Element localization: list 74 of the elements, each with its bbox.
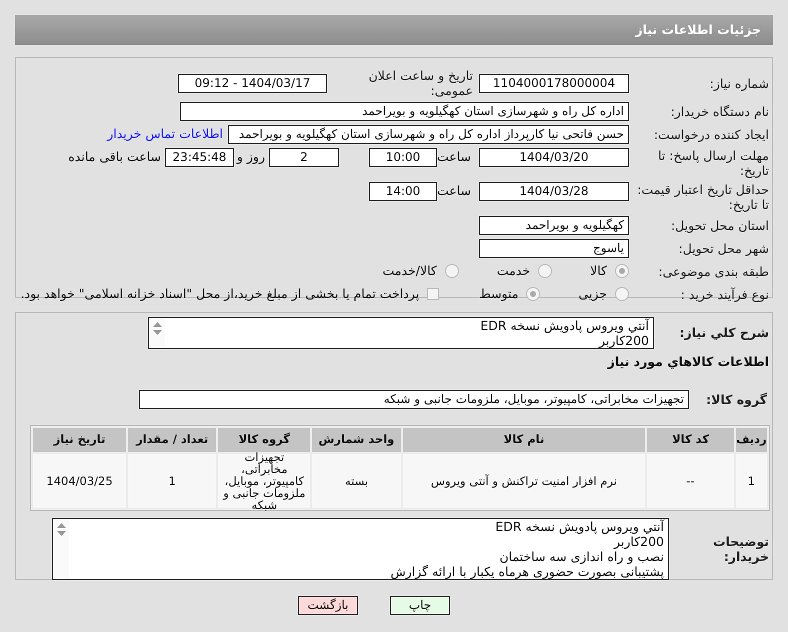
table-cell: 1404/03/25 [33,454,126,508]
field-label: ایجاد کننده درخواست: [652,127,769,142]
scrollbar[interactable] [149,318,165,348]
checkbox[interactable] [427,288,440,300]
text-field[interactable]: 1404/03/20 [479,148,629,167]
radio-label: کالا/خدمت [382,262,437,280]
text-field[interactable]: اداره کل راه و شهرسازی استان کهگیلویه و بویراحمد [180,102,629,121]
text-field[interactable]: 14:00 [369,182,437,201]
field-label: توضیحات خریدار: [712,534,769,564]
text-line: 200کاربر [598,333,649,348]
text-line: آنتي ويروس پادويش نسخه EDR [495,518,664,534]
text-line: پشتیبانی بصورت حضوری هرماه یکبار با ارائه گزارش [390,564,664,579]
field-label: استان محل تحویل: [670,218,769,233]
text-field[interactable]: حسن فاتحی نیا کارپرداز اداره کل راه و شهرسازی استان کهگیلویه و بویراحمد [228,125,629,144]
notes-box[interactable]: آنتي ويروس پادويش نسخه EDR 200کاربر نصب و راه اندازی سه ساختمان پشتیبانی بصورت حضوری هرماه یکبار با ارائه گزارش [52,518,669,580]
radio-button[interactable] [615,287,629,302]
text-field[interactable]: 1404/03/17 - 09:12 [178,74,327,92]
field-label: ساعت [437,182,472,200]
radio-button[interactable] [538,264,552,278]
scroll-up-icon[interactable] [152,322,162,327]
field-label: شهر محل تحویل: [678,241,769,256]
text-field[interactable]: کهگیلویه و بویراحمد [479,216,629,235]
radio-button[interactable] [615,264,629,278]
text-field[interactable]: 1404/03/28 [479,182,629,201]
scroll-down-icon[interactable] [56,530,66,536]
table-cell: 1 [736,454,767,508]
checkbox-label: پرداخت تمام یا بخشی از مبلغ خرید،از محل "اسناد خزانه اسلامی" خواهد بود. [20,284,420,303]
radio-label: متوسط [479,284,518,303]
field-label: تاریخ و ساعت اعلان عمومی: [368,68,474,98]
table-cell: نرم افزار امنیت تراکنش و آنتی ویروس [402,454,646,508]
back-button[interactable]: بازگشت [298,596,358,615]
print-button[interactable]: چاپ [390,596,450,615]
text-field[interactable]: 2 [269,148,339,167]
radio-label: کالا [590,262,607,280]
column-header: گروه کالا [218,428,310,452]
contact-link[interactable]: اطلاعات تماس خریدار [107,125,223,144]
field-label: شماره نیاز: [708,76,769,90]
text-field[interactable]: 1104000178000004 [479,74,629,92]
radio-button[interactable] [444,264,459,278]
table-cell: بسته [312,454,401,508]
field-label: روز و [235,148,266,166]
column-header: کد کالا [647,428,734,452]
table-cell: -- [647,454,734,508]
text-field[interactable]: تجهیزات مخابراتی، کامپیوتر، موبایل، ملزومات جانبی و شبکه [139,390,689,409]
section-title: اطلاعات کالاهاي مورد نياز [606,353,769,371]
column-header: تعداد / مقدار [128,428,216,452]
scrollbar[interactable] [53,518,69,579]
text-field[interactable]: یاسوج [479,239,629,258]
field-label: نوع فرآیند خرید : [680,286,769,302]
text-line: نصب و راه اندازی سه ساختمان [499,548,664,564]
column-header: ردیف [736,428,767,452]
text-line: آنتي ويروس پادويش نسخه EDR [480,318,649,333]
field-label: ساعت باقی مانده [68,148,162,166]
field-label: مهلت ارسال پاسخ: تا تاریخ: [657,148,769,178]
scroll-down-icon[interactable] [152,330,162,335]
field-label: شرح کلي نياز: [678,324,769,340]
field-label: نام دستگاه خریدار: [670,104,769,119]
text-field[interactable]: 23:45:48 [165,148,234,167]
radio-label: خدمت [496,262,530,280]
description-box[interactable]: آنتي ويروس پادويش نسخه EDR 200کاربر [148,317,654,349]
table-cell: 1 [128,454,216,508]
scroll-up-icon[interactable] [56,522,66,528]
column-header: واحد شمارش [312,428,400,452]
radio-button[interactable] [526,287,540,302]
text-field[interactable]: 10:00 [369,148,437,167]
field-label: طبقه بندی موضوعی: [657,264,769,279]
page-header: جزئیات اطلاعات نیاز [15,15,773,45]
text-line: 200کاربر [614,534,664,549]
column-header: تاریخ نیاز [33,428,126,452]
field-label: حداقل تاریخ اعتبار قیمت: تا تاریخ: [636,182,769,212]
field-label: گروه کالا: [705,392,768,407]
column-header: نام کالا [402,428,646,452]
field-label: ساعت [437,148,472,166]
radio-label: جزیی [578,284,607,303]
